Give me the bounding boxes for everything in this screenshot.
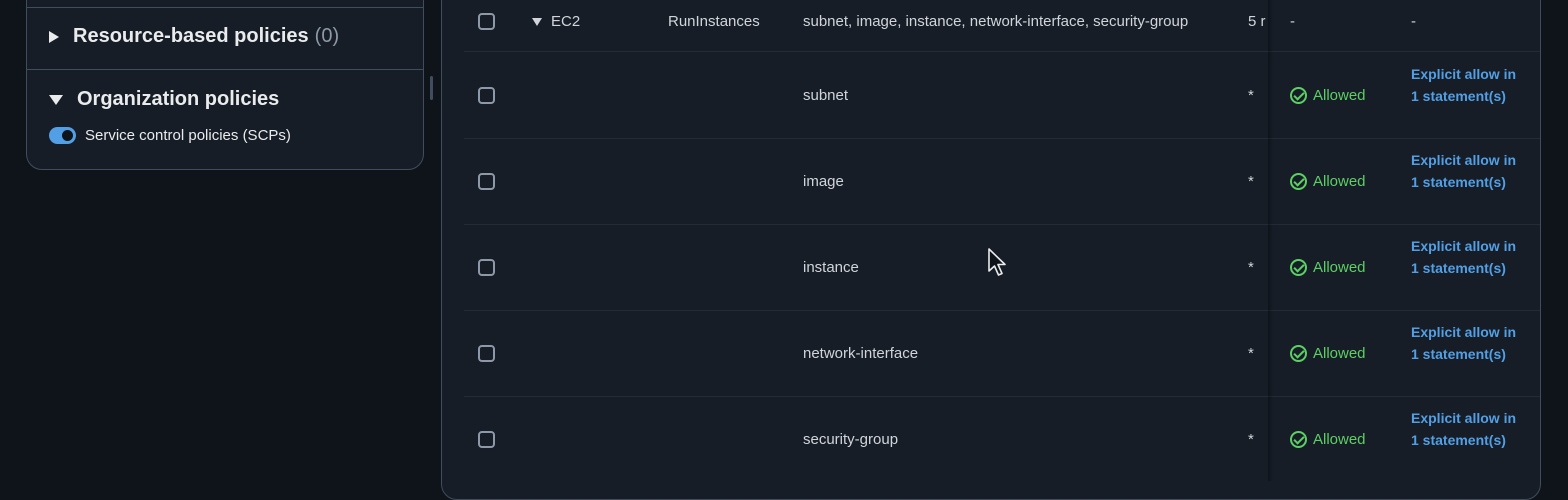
decision-label: Allowed bbox=[1313, 87, 1366, 104]
resource-type-cell: subnet, image, instance, network-interfa… bbox=[803, 13, 1189, 30]
scp-toggle-row: Service control policies (SCPs) bbox=[49, 127, 291, 144]
check-circle-icon bbox=[1290, 259, 1307, 276]
row-checkbox[interactable] bbox=[478, 259, 495, 276]
check-circle-icon bbox=[1290, 345, 1307, 362]
resource-type-cell: subnet bbox=[803, 87, 849, 104]
decision-cell: Allowed bbox=[1290, 431, 1366, 448]
details-cell: - bbox=[1411, 13, 1416, 30]
details-link[interactable]: Explicit allow in 1 statement(s) bbox=[1411, 322, 1521, 365]
decision-label: Allowed bbox=[1313, 345, 1366, 362]
resource-type-cell: image bbox=[803, 173, 844, 190]
scp-toggle-label: Service control policies (SCPs) bbox=[85, 127, 291, 144]
organization-policies-label: Organization policies bbox=[77, 88, 280, 110]
resource-cell: * bbox=[1248, 173, 1254, 190]
row-checkbox[interactable] bbox=[478, 173, 495, 190]
table-row-parent: EC2 RunInstances subnet, image, instance… bbox=[464, 1, 1540, 52]
resource-cell: * bbox=[1248, 345, 1254, 362]
check-circle-icon bbox=[1290, 431, 1307, 448]
scp-toggle[interactable] bbox=[49, 127, 76, 144]
check-circle-icon bbox=[1290, 173, 1307, 190]
resource-based-policies-count: (0) bbox=[314, 25, 340, 47]
decision-cell: Allowed bbox=[1290, 259, 1366, 276]
row-checkbox[interactable] bbox=[478, 13, 495, 30]
resource-based-policies-label: Resource-based policies bbox=[73, 25, 309, 47]
table-row: subnet * Allowed Explicit allow in 1 sta… bbox=[464, 53, 1540, 139]
service-cell: EC2 bbox=[551, 13, 581, 30]
decision-label: Allowed bbox=[1313, 259, 1366, 276]
resource-cell: * bbox=[1248, 259, 1254, 276]
decision-cell: Allowed bbox=[1290, 87, 1366, 104]
row-checkbox[interactable] bbox=[478, 431, 495, 448]
action-cell: RunInstances bbox=[668, 13, 760, 30]
table-row: network-interface * Allowed Explicit all… bbox=[464, 311, 1540, 397]
decision-cell: - bbox=[1290, 13, 1295, 30]
caret-down-icon bbox=[49, 94, 63, 105]
caret-down-icon bbox=[532, 17, 542, 26]
expand-row-toggle[interactable]: EC2 bbox=[532, 13, 580, 30]
decision-cell: Allowed bbox=[1290, 173, 1366, 190]
details-link[interactable]: Explicit allow in 1 statement(s) bbox=[1411, 236, 1521, 279]
decision-cell: Allowed bbox=[1290, 345, 1366, 362]
check-circle-icon bbox=[1290, 87, 1307, 104]
resources-cell: 5 r bbox=[1248, 13, 1266, 30]
caret-right-icon bbox=[49, 30, 59, 43]
sticky-column-shadow bbox=[1268, 0, 1273, 481]
policies-sidebar-panel: Resource-based policies (0) Organization … bbox=[26, 0, 424, 170]
decision-label: Allowed bbox=[1313, 431, 1366, 448]
row-checkbox[interactable] bbox=[478, 345, 495, 362]
resource-based-policies-section[interactable]: Resource-based policies (0) bbox=[49, 25, 339, 48]
policy-simulator-page: Resource-based policies (0) Organization … bbox=[0, 0, 1568, 500]
toggle-knob bbox=[62, 130, 73, 141]
resource-type-cell: security-group bbox=[803, 431, 899, 448]
table-row: security-group * Allowed Explicit allow … bbox=[464, 397, 1540, 483]
divider bbox=[27, 69, 423, 70]
divider bbox=[27, 7, 423, 8]
resource-type-cell: instance bbox=[803, 259, 859, 276]
details-link[interactable]: Explicit allow in 1 statement(s) bbox=[1411, 150, 1521, 193]
details-link[interactable]: Explicit allow in 1 statement(s) bbox=[1411, 408, 1521, 451]
resource-type-cell: network-interface bbox=[803, 345, 919, 362]
mouse-pointer-icon bbox=[988, 248, 1006, 276]
organization-policies-section[interactable]: Organization policies bbox=[49, 88, 279, 111]
decision-label: Allowed bbox=[1313, 173, 1366, 190]
details-link[interactable]: Explicit allow in 1 statement(s) bbox=[1411, 64, 1521, 107]
resource-cell: * bbox=[1248, 87, 1254, 104]
resource-cell: * bbox=[1248, 431, 1254, 448]
panel-resize-handle[interactable] bbox=[430, 76, 433, 100]
row-checkbox[interactable] bbox=[478, 87, 495, 104]
table-row: image * Allowed Explicit allow in 1 stat… bbox=[464, 139, 1540, 225]
